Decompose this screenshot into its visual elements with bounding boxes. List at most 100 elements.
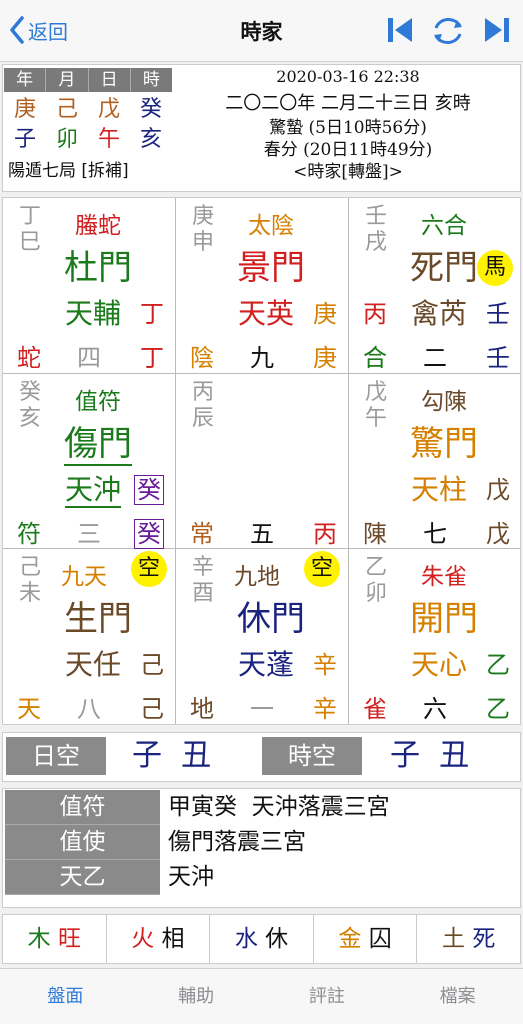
tab-board[interactable]: 盤面	[0, 969, 131, 1024]
stem: 癸	[134, 514, 164, 549]
palace-number: 四	[77, 344, 101, 372]
state: 囚	[368, 926, 392, 952]
earth-gan: 戊午	[365, 380, 388, 431]
star-gan: 丁	[140, 300, 164, 328]
earth-gan: 丙辰	[192, 380, 215, 431]
datetime: 2020-03-16 22:38	[276, 67, 420, 86]
deity: 值符	[75, 389, 121, 415]
deity-short: 常	[190, 520, 214, 548]
star-gan: 己	[140, 651, 164, 679]
deity-short: 陰	[190, 344, 214, 372]
refresh-icon[interactable]	[428, 14, 468, 48]
tab-assist[interactable]: 輔助	[131, 969, 262, 1024]
skip-next-icon[interactable]	[482, 14, 512, 46]
pillar-gan-row: 庚 己 戊 癸	[4, 95, 172, 125]
hour-zhi: 亥	[139, 127, 162, 152]
palace-sun-4[interactable]: 丁巳 螣蛇 杜門 天輔 丁 蛇 四 丁	[3, 198, 176, 374]
stem-label: 癸	[134, 519, 164, 549]
star: 天蓬	[237, 648, 294, 681]
zhifu-label: 值符	[5, 790, 160, 825]
palace-gen-8[interactable]: 己未 九天 空 生門 天任 己 天 八 己	[3, 549, 176, 725]
deity-short: 雀	[363, 695, 387, 723]
pillar-zhi-row: 子 卯 午 亥	[4, 125, 172, 155]
star: 天輔	[64, 297, 121, 330]
palace-number: 五	[250, 520, 274, 548]
tianyi-label: 天乙	[5, 860, 160, 895]
lunar-date: 二〇二〇年 二月二十三日 亥時	[225, 93, 471, 114]
pillar-year-label: 年	[4, 68, 47, 92]
palace-number: 八	[77, 695, 101, 723]
zhishi-label: 值使	[5, 825, 160, 860]
star-gan: 庚	[313, 300, 337, 328]
palace-number: 九	[250, 344, 274, 372]
tab-notes[interactable]: 評註	[262, 969, 393, 1024]
deity: 九地	[234, 564, 280, 590]
palace-qian-6[interactable]: 乙卯 朱雀 開門 天心 乙 雀 六 乙	[349, 549, 522, 725]
month-zhi: 卯	[55, 127, 78, 152]
chart-mode-link[interactable]: <時家[轉盤]>	[178, 157, 518, 182]
deity: 九天	[61, 564, 107, 590]
star: 禽芮	[410, 297, 467, 330]
palace-kun-2[interactable]: 壬戌 六合 死門 馬 丙 禽芮 壬 合 二 壬	[349, 198, 522, 374]
stem: 乙	[486, 695, 510, 723]
state: 休	[265, 926, 289, 952]
element: 金	[338, 926, 362, 952]
palace-number: 三	[77, 520, 101, 548]
deity-short: 符	[17, 520, 41, 548]
stem: 丙	[313, 520, 337, 548]
earth-gan: 庚申	[192, 204, 215, 255]
tab-bar: 盤面 輔助 評註 檔案	[0, 968, 523, 1024]
star: 天任	[64, 648, 121, 681]
pillar-header: 年 月 日 時	[4, 68, 172, 92]
wuxing-metal: 金 囚	[314, 915, 418, 963]
star-label: 天沖	[64, 473, 121, 508]
deity: 六合	[421, 213, 467, 239]
hour-gan: 癸	[139, 97, 162, 122]
star-gan: 癸	[134, 470, 164, 505]
skip-previous-icon[interactable]	[385, 14, 415, 46]
year-zhi: 子	[13, 127, 36, 152]
state: 死	[472, 926, 496, 952]
star: 天英	[237, 297, 294, 330]
stem: 庚	[313, 344, 337, 372]
palace-number: 二	[423, 344, 447, 372]
horse-badge: 馬	[477, 250, 513, 286]
wuxing-bar: 木 旺 火 相 水 休 金 囚 土 死	[2, 914, 521, 964]
stem: 己	[140, 695, 164, 723]
palace-li-9[interactable]: 庚申 太陰 景門 天英 庚 陰 九 庚	[176, 198, 349, 374]
deity-short: 地	[190, 695, 214, 723]
palace-number: 一	[250, 695, 274, 723]
palace-zhen-3[interactable]: 癸亥 值符 傷門 天沖 癸 符 三 癸	[3, 374, 176, 550]
deity-short: 陳	[363, 520, 387, 548]
palace-dui-7[interactable]: 戊午 勾陳 驚門 天柱 戊 陳 七 戊	[349, 374, 522, 550]
door: 休門	[237, 599, 305, 639]
earth-gan: 乙卯	[365, 555, 388, 606]
star-gan: 戊	[486, 476, 510, 504]
day-zhi: 午	[97, 127, 120, 152]
deity: 太陰	[248, 213, 294, 239]
tab-files[interactable]: 檔案	[392, 969, 523, 1024]
door: 傷門	[43, 416, 153, 466]
palace-center-5[interactable]: 丙辰 常 五 丙	[176, 374, 349, 550]
door-label: 傷門	[64, 424, 132, 466]
day-gan: 戊	[97, 97, 120, 122]
pillar-hour-label: 時	[142, 70, 160, 90]
deity: 勾陳	[421, 389, 467, 415]
state: 旺	[57, 926, 81, 952]
star-gan-label: 癸	[134, 475, 164, 505]
palace-kan-1[interactable]: 辛酉 九地 空 休門 天蓬 辛 地 一 辛	[176, 549, 349, 725]
zhishi-value: 傷門落震三宮	[168, 829, 306, 855]
star: 天心	[410, 648, 467, 681]
stem: 戊	[486, 520, 510, 548]
stem: 辛	[313, 695, 337, 723]
zhifu-value: 甲寅癸 天沖落震三宮	[168, 794, 390, 820]
earth-gan: 丁巳	[19, 204, 42, 255]
star-gan: 乙	[486, 651, 510, 679]
star: 天沖	[43, 468, 143, 508]
door: 開門	[410, 599, 478, 639]
star-gan: 壬	[486, 300, 510, 328]
void-badge: 空	[131, 551, 167, 587]
month-gan: 己	[55, 97, 78, 122]
earth-gan: 癸亥	[19, 380, 42, 431]
stem: 壬	[486, 344, 510, 372]
